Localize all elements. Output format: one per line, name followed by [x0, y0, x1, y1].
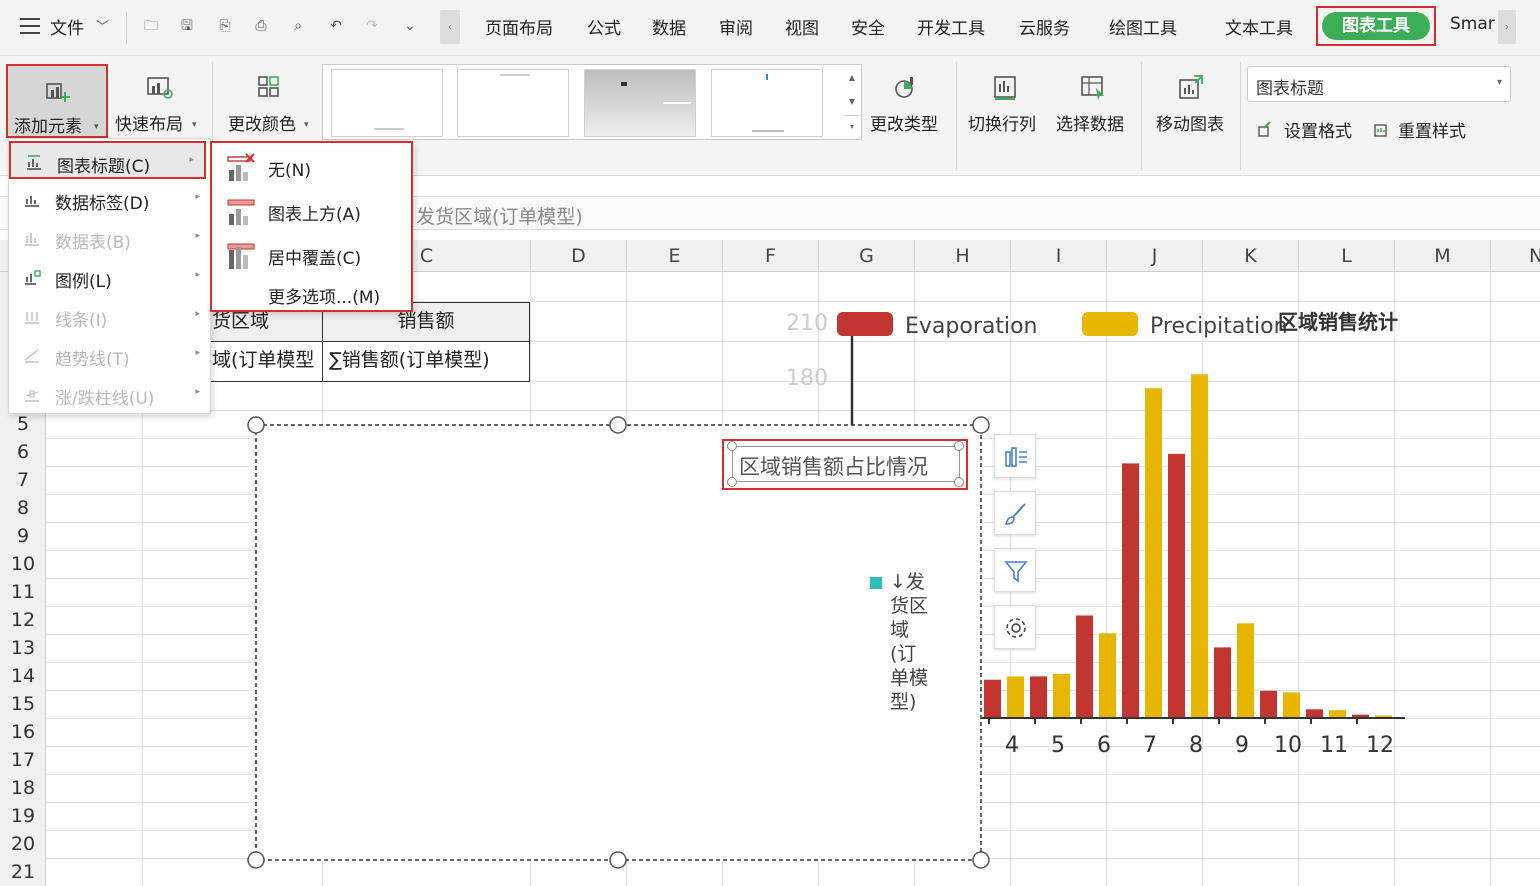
menu-item-data-labels[interactable]: 数据标签(D) ▸: [9, 180, 210, 218]
chart-settings-button[interactable]: [994, 605, 1036, 649]
chart-title-highlight[interactable]: 区域销售额占比情况: [722, 439, 968, 490]
chart-title-text[interactable]: 区域销售额占比情况: [739, 451, 928, 481]
menu-item-lines[interactable]: 线条(I) ▸: [9, 297, 210, 335]
resize-handle[interactable]: [727, 477, 737, 487]
trendline-icon: [24, 349, 39, 363]
submenu-arrow-icon: ▸: [195, 309, 200, 319]
resize-handle[interactable]: [972, 851, 990, 869]
title-above-icon: [227, 199, 255, 225]
submenu-item-above-chart[interactable]: 图表上方(A): [212, 189, 411, 233]
menu-item-label: 趋势线(T): [55, 350, 130, 370]
chart-title-icon: [27, 155, 41, 170]
menu-item-legend[interactable]: 图例(L) ▸: [9, 258, 210, 296]
up-down-bars-icon: [25, 390, 39, 402]
brush-icon: [1004, 503, 1026, 525]
chart-title-box[interactable]: 区域销售额占比情况: [732, 446, 960, 482]
no-title-icon: [227, 153, 255, 181]
submenu-item-none[interactable]: 无(N): [212, 145, 411, 189]
legend-icon: [25, 270, 41, 285]
resize-handle[interactable]: [954, 477, 964, 487]
submenu-arrow-icon: ▸: [195, 192, 200, 202]
menu-item-chart-title[interactable]: 图表标题(C) ▸: [9, 141, 206, 179]
submenu-arrow-icon: ▸: [195, 270, 200, 280]
submenu-item-more-options[interactable]: 更多选项...(M): [212, 275, 411, 311]
lines-icon: [25, 312, 39, 324]
resize-handle[interactable]: [954, 441, 964, 451]
menu-item-label: 数据表(B): [55, 233, 131, 253]
submenu-item-label: 图表上方(A): [268, 205, 361, 225]
menu-item-up-down-bars[interactable]: 涨/跌柱线(U) ▸: [9, 375, 210, 413]
submenu-item-label: 更多选项...(M): [268, 288, 381, 308]
data-labels-icon: [25, 196, 39, 207]
submenu-arrow-icon: ▸: [195, 231, 200, 241]
chart-title-submenu: 无(N) 图表上方(A) 居中覆盖(C) 更多选项...(M): [210, 141, 413, 312]
menu-item-label: 线条(I): [55, 311, 108, 331]
resize-handle[interactable]: [247, 416, 265, 434]
add-element-menu: 图表标题(C) ▸ 数据标签(D) ▸ 数据表(B) ▸ 图例(L) ▸ 线条(…: [8, 138, 211, 414]
resize-handle[interactable]: [247, 851, 265, 869]
data-table-icon: [25, 233, 39, 246]
menu-item-label: 图表标题(C): [57, 157, 151, 177]
submenu-item-label: 居中覆盖(C): [268, 249, 362, 269]
chart-elements-icon: [1005, 447, 1027, 467]
menu-item-label: 数据标签(D): [55, 194, 150, 214]
legend-swatch: [870, 577, 882, 589]
submenu-arrow-icon: ▸: [195, 348, 200, 358]
chart-style-button[interactable]: [994, 491, 1036, 535]
filter-icon: [1004, 561, 1028, 583]
menu-item-data-table[interactable]: 数据表(B) ▸: [9, 219, 210, 257]
menu-item-label: 涨/跌柱线(U): [55, 389, 155, 409]
resize-handle[interactable]: [727, 441, 737, 451]
gear-icon: [1006, 618, 1026, 638]
resize-handle[interactable]: [609, 851, 627, 869]
menu-item-label: 图例(L): [55, 272, 112, 292]
chart-filter-button[interactable]: [994, 548, 1036, 592]
menu-item-trendline[interactable]: 趋势线(T) ▸: [9, 336, 210, 374]
submenu-item-label: 无(N): [268, 161, 311, 181]
submenu-arrow-icon: ▸: [189, 155, 194, 165]
resize-handle[interactable]: [609, 416, 627, 434]
submenu-arrow-icon: ▸: [195, 387, 200, 397]
title-overlay-icon: [227, 243, 255, 269]
resize-handle[interactable]: [972, 416, 990, 434]
chart-elements-button[interactable]: [994, 434, 1036, 478]
legend-text: ↓发货区域(订单模型): [890, 571, 929, 713]
submenu-item-centered-overlay[interactable]: 居中覆盖(C): [212, 233, 411, 277]
